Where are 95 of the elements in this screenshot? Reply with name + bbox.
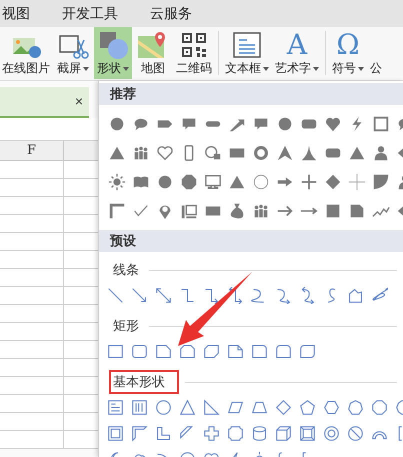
circle-icon[interactable] (156, 173, 174, 191)
menu-item[interactable]: 开发工具 (62, 3, 118, 24)
caret-icon (83, 66, 89, 70)
arrow-line-icon[interactable] (130, 286, 148, 304)
menu-item[interactable]: 视图 (2, 3, 30, 24)
right-triangle-icon[interactable] (202, 398, 220, 416)
button-label: 截屏 (57, 60, 81, 77)
sun-icon[interactable] (108, 173, 126, 191)
curved-connector-icon[interactable] (274, 286, 292, 304)
cylinder-icon[interactable] (250, 424, 268, 442)
triangle-icon[interactable] (300, 144, 318, 162)
plus-icon[interactable] (348, 173, 366, 191)
button-label: 形状 (97, 60, 121, 77)
people-icon[interactable] (132, 144, 150, 162)
ribbon-button[interactable]: Ω 符号 (330, 27, 366, 79)
elbow-connector-icon[interactable] (202, 286, 220, 304)
document-tab[interactable]: × (0, 87, 89, 118)
button-label: 地图 (141, 60, 165, 77)
arrowhead-icon[interactable] (276, 144, 294, 162)
rectangle-icon[interactable] (106, 342, 124, 360)
heptagon-icon[interactable] (346, 398, 364, 416)
ribbon-button[interactable]: 文本框 (223, 27, 271, 79)
octagon-icon[interactable] (370, 398, 388, 416)
glyph-icon: A (286, 30, 308, 60)
monitor-icon[interactable] (204, 173, 222, 191)
diamond-icon[interactable] (324, 173, 342, 191)
elbow-connector-icon[interactable] (226, 286, 244, 304)
heart-outline-icon[interactable] (156, 144, 174, 162)
circle-icon[interactable] (154, 398, 172, 416)
ring-icon[interactable] (252, 144, 270, 162)
heart-icon[interactable] (324, 115, 342, 133)
cross-icon[interactable] (202, 424, 220, 442)
button-label: 艺术字 (275, 60, 311, 77)
caret-icon (313, 66, 319, 70)
chart-icon[interactable] (180, 202, 198, 220)
half-frame-icon[interactable] (130, 424, 148, 442)
button-label: 公 (370, 60, 382, 77)
freeform-icon[interactable] (346, 286, 364, 304)
diagonal-stripe-icon[interactable] (178, 424, 196, 442)
donut-icon[interactable] (322, 424, 340, 442)
people-icon[interactable] (252, 202, 270, 220)
plus-icon[interactable] (300, 173, 318, 191)
square-icon[interactable] (324, 202, 342, 220)
button-label: 符号 (332, 60, 356, 77)
cube-icon[interactable] (274, 424, 292, 442)
money-bag-icon[interactable] (228, 202, 246, 220)
scribble-icon[interactable] (370, 286, 388, 304)
line-icon[interactable] (106, 286, 124, 304)
button-label: 在线图片 (2, 60, 50, 77)
triangle-icon[interactable] (108, 144, 126, 162)
caret-icon (123, 66, 129, 70)
triangle-icon[interactable] (228, 173, 246, 191)
pentagon-icon[interactable] (298, 398, 316, 416)
double-arrow-icon[interactable] (154, 286, 172, 304)
person-icon[interactable] (372, 144, 390, 162)
octagon-icon[interactable] (180, 173, 198, 191)
section-title: 推荐 (110, 85, 136, 104)
triangle-icon[interactable] (178, 398, 196, 416)
group-label: 基本形状 (109, 370, 179, 394)
globe-icon[interactable] (204, 144, 222, 162)
ribbon-button[interactable]: 公 (368, 27, 384, 79)
diamond-icon[interactable] (274, 398, 292, 416)
caret-icon (263, 66, 269, 70)
group-label: 矩形 (112, 317, 140, 335)
plaque-icon[interactable] (226, 424, 244, 442)
ribbon-button[interactable]: 截屏 (54, 27, 92, 79)
qr-code-icon (179, 30, 209, 60)
triangle-icon[interactable] (348, 144, 366, 162)
circle-icon[interactable] (276, 115, 294, 133)
l-shape-icon[interactable] (154, 424, 172, 442)
ribbon-button[interactable]: 形状 (94, 27, 132, 79)
no-symbol-icon[interactable] (346, 424, 364, 442)
section-title: 预设 (110, 232, 136, 250)
glyph-icon: Ω (336, 30, 360, 60)
ribbon-button[interactable]: A 艺术字 (273, 27, 321, 79)
corner-icon[interactable] (108, 202, 126, 220)
hexagon-icon[interactable] (322, 398, 340, 416)
vertical-text-box-icon[interactable] (130, 398, 148, 416)
circle-icon[interactable] (108, 115, 126, 133)
frame-icon[interactable] (106, 424, 124, 442)
ribbon-button[interactable]: 二维码 (174, 27, 214, 79)
menu-item[interactable]: 云服务 (150, 3, 192, 24)
close-button[interactable]: × (74, 91, 83, 112)
ribbon-button[interactable]: 在线图片 (0, 27, 52, 79)
ribbon-button[interactable]: 地图 (134, 27, 172, 79)
button-label: 二维码 (176, 60, 212, 77)
bevel-icon[interactable] (298, 424, 316, 442)
rounded-rectangle-icon[interactable] (250, 342, 268, 360)
rounded-rectangle-icon[interactable] (130, 342, 148, 360)
circle-outline-icon[interactable] (252, 173, 270, 191)
group-label: 线条 (112, 261, 140, 279)
text-box-icon[interactable] (106, 398, 124, 416)
elbow-connector-icon[interactable] (178, 286, 196, 304)
button-label: 文本框 (225, 60, 261, 77)
caret-icon (358, 66, 364, 70)
